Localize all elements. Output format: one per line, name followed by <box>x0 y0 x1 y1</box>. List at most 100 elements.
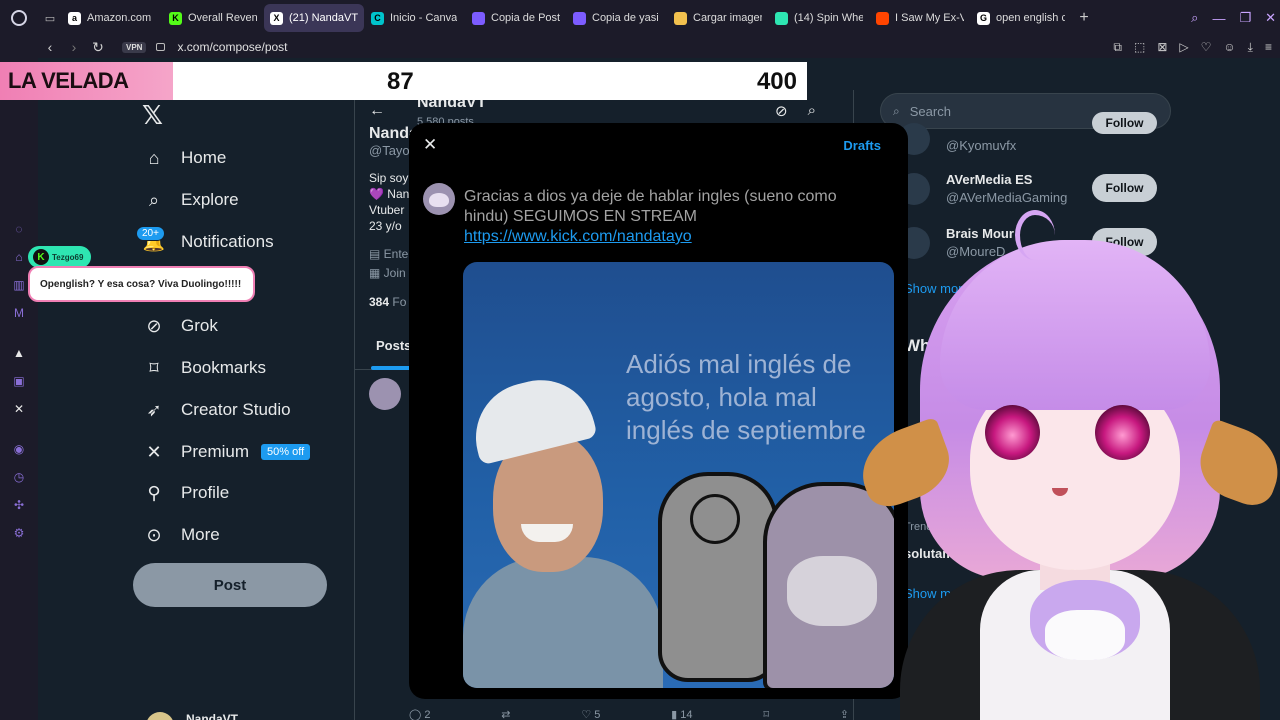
views-icon: ▮ <box>671 709 681 720</box>
url-field[interactable]: x.com/compose/post <box>177 40 287 54</box>
tab-overview-icon[interactable]: ▭ <box>38 0 62 36</box>
nav-premium[interactable]: ✕ Premium 50% off <box>142 434 311 470</box>
tab-posts[interactable]: Posts <box>376 338 411 353</box>
tab-label: I Saw My Ex-V <box>895 12 964 24</box>
reload-icon[interactable]: ↻ <box>86 36 110 58</box>
browser-sidebar: ◌ ⌂ ▥ M ▲ ▣ ✕ ◉ ◷ ✣ ⚙ <box>0 58 38 720</box>
nav-profile-label: Profile <box>181 483 230 502</box>
nav-explore-label: Explore <box>181 190 239 209</box>
post-avatar[interactable] <box>369 378 401 410</box>
more-circle-icon: ⊙ <box>146 524 162 545</box>
browser-tab[interactable]: Cargar imagen <box>668 4 768 32</box>
app-icon[interactable]: ▲ <box>11 345 27 361</box>
drafts-button[interactable]: Drafts <box>843 138 881 153</box>
attached-image[interactable]: Adiós mal inglés de agosto, hola mal ing… <box>463 262 894 688</box>
back-arrow-icon[interactable]: ← <box>369 102 385 120</box>
lock-icon[interactable] <box>156 43 166 51</box>
player-icon[interactable]: ◉ <box>11 441 27 457</box>
account-avatar[interactable] <box>146 712 174 720</box>
new-tab-icon[interactable]: + <box>1072 4 1096 32</box>
tab-favicon-icon <box>674 11 687 25</box>
follow-button[interactable]: Follow <box>1092 174 1157 202</box>
post-button[interactable]: Post <box>133 563 327 607</box>
following-number: 384 <box>369 295 390 309</box>
tab-label: (14) Spin Whe <box>794 12 863 24</box>
settings-icon[interactable]: ⚙ <box>11 525 27 541</box>
flow-icon[interactable]: ▥ <box>11 277 27 293</box>
back-icon[interactable]: ‹ <box>38 36 62 58</box>
goal-current: 87 <box>387 68 414 95</box>
compose-link[interactable]: https://www.kick.com/nandatayo <box>464 228 692 246</box>
nav-home[interactable]: ⌂ Home <box>142 140 227 176</box>
search-tabs-icon[interactable]: ⌕ <box>1191 10 1198 26</box>
search-placeholder: Search <box>909 103 951 119</box>
account-name[interactable]: NandaVT <box>186 712 238 720</box>
download-icon[interactable]: ⤓ <box>1248 40 1253 55</box>
browser-tab[interactable]: I Saw My Ex-V <box>870 4 970 32</box>
follow-button[interactable]: Follow <box>1092 112 1157 134</box>
suggestion-item[interactable]: @Kyomuvfx Follow <box>892 112 1162 162</box>
browser-tab[interactable]: K Overall Reven <box>163 4 263 32</box>
vpn-badge[interactable]: VPN <box>122 41 147 53</box>
nav-explore[interactable]: ⌕ Explore <box>142 182 239 218</box>
x-sidebar-icon[interactable]: ✕ <box>11 401 27 417</box>
browser-tab[interactable]: (14) Spin Whe <box>769 4 869 32</box>
nav-bookmarks[interactable]: ⌑ Bookmarks <box>142 350 266 386</box>
opera-logo-icon[interactable] <box>0 0 38 36</box>
shopping-icon[interactable]: ⌂ <box>11 249 27 265</box>
repost-action[interactable]: ⇄ <box>501 708 510 720</box>
minimize-icon[interactable]: — <box>1212 11 1225 26</box>
tab-favicon-icon <box>573 11 586 25</box>
calendar-icon: ▦ <box>369 266 384 280</box>
snapshot-icon[interactable]: ⬚ <box>1134 40 1145 54</box>
twitch-icon[interactable]: ▣ <box>11 373 27 389</box>
tab-favicon-icon: X <box>270 11 283 25</box>
goal-label: LA VELADA <box>0 62 173 100</box>
profile-icon[interactable]: ☺ <box>1223 40 1235 54</box>
nav-premium-label: Premium <box>181 442 250 461</box>
history-icon[interactable]: ◷ <box>11 469 27 485</box>
heart-icon[interactable]: ♡ <box>1201 40 1212 54</box>
browser-tab[interactable]: C Inicio - Canva <box>365 4 465 32</box>
nav-more[interactable]: ⊙ More <box>142 517 219 553</box>
left-navigation: 𝕏 ⌂ Home ⌕ Explore 🔔 Notifications 20+ ⊘ Gro… <box>38 58 354 720</box>
browser-tab[interactable]: Copia de yasi <box>567 4 667 32</box>
browser-tab[interactable]: X (21) NandaVT (@TayoNa <box>264 4 364 32</box>
close-icon[interactable]: ✕ <box>423 135 437 155</box>
like-action[interactable]: ♡ 5 <box>581 708 600 720</box>
suggestion-handle: @Kyomuvfx <box>946 138 1017 153</box>
bookmark-action[interactable]: ⌑ <box>763 708 769 720</box>
search-icon: ⌕ <box>148 189 160 210</box>
messenger-icon[interactable]: M <box>11 305 27 321</box>
nav-profile[interactable]: ⚲ Profile <box>142 475 229 511</box>
compose-text-field[interactable]: Gracias a dios ya deje de hablar ingles … <box>464 187 884 227</box>
browser-tab[interactable]: a Amazon.com <box>62 4 162 32</box>
aria-icon[interactable]: ◌ <box>11 221 27 237</box>
reply-action[interactable]: ◯ 2 <box>409 708 431 720</box>
forward-icon[interactable]: › <box>62 36 86 58</box>
grok-analyze-icon[interactable]: ⊘ <box>775 102 788 120</box>
post-actions: ◯ 2 ⇄ ♡ 5 ▮ 14 ⌑ ⇪ <box>409 708 849 720</box>
restore-icon[interactable]: ❐ <box>1239 10 1251 26</box>
profile-handle: @Tayo <box>369 143 410 158</box>
browser-tab[interactable]: Copia de Post <box>466 4 566 32</box>
capture-icon[interactable]: ⧉ <box>1113 40 1122 55</box>
nav-creator-studio[interactable]: ➶ Creator Studio <box>142 392 290 428</box>
close-window-icon[interactable]: ✕ <box>1265 10 1276 26</box>
nav-grok[interactable]: ⊘ Grok <box>142 308 217 344</box>
tab-favicon-icon <box>775 11 788 25</box>
extensions-icon[interactable]: ✣ <box>11 497 27 513</box>
search-profile-icon[interactable]: ⌕ <box>808 102 816 120</box>
following-count[interactable]: 384 Fo <box>369 295 406 309</box>
tab-favicon-icon <box>876 11 889 25</box>
tab-label: (21) NandaVT (@TayoNa <box>289 12 358 24</box>
views-action[interactable]: ▮ 14 <box>671 708 692 720</box>
send-icon[interactable]: ▷ <box>1179 40 1188 54</box>
nav-home-label: Home <box>181 148 227 167</box>
profile-header-tools: ⊘ ⌕ <box>775 102 816 120</box>
x-logo-icon[interactable]: 𝕏 <box>142 100 163 131</box>
browser-tab[interactable]: Gopen english c <box>971 4 1071 32</box>
browser-tab-bar: ▭ a Amazon.com K Overall Reven X (21) NandaVT… <box>0 0 1280 36</box>
block-icon[interactable]: ⊠ <box>1157 40 1167 54</box>
menu-icon[interactable]: ≡ <box>1265 40 1272 54</box>
